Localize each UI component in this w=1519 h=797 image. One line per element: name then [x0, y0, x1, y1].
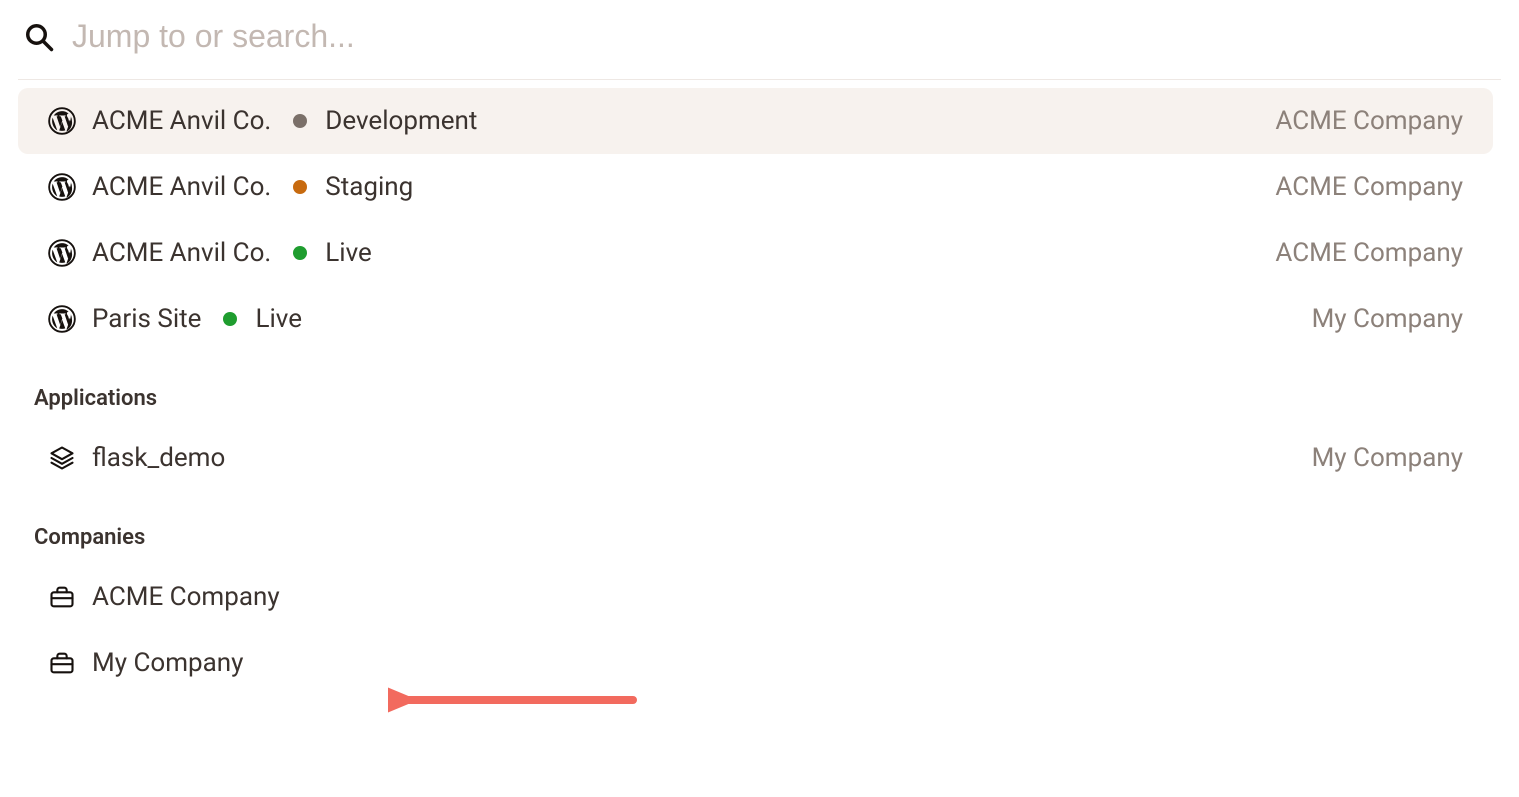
site-name: Paris Site	[92, 304, 201, 334]
search-input[interactable]	[72, 18, 1495, 55]
environment-label: Live	[255, 304, 302, 334]
company-label: ACME Company	[1275, 106, 1463, 136]
briefcase-icon	[48, 583, 76, 611]
wordpress-icon	[48, 239, 76, 267]
site-item[interactable]: ACME Anvil Co. Development ACME Company	[18, 88, 1493, 154]
site-name: ACME Anvil Co.	[92, 238, 271, 268]
search-bar[interactable]	[0, 0, 1519, 79]
company-label: ACME Company	[1275, 172, 1463, 202]
companies-header: Companies	[18, 491, 1493, 564]
wordpress-icon	[48, 305, 76, 333]
environment-status-dot	[293, 114, 307, 128]
site-item[interactable]: ACME Anvil Co. Live ACME Company	[18, 220, 1493, 286]
briefcase-icon	[48, 649, 76, 677]
application-item[interactable]: flask_demo My Company	[18, 425, 1493, 491]
environment-status-dot	[293, 246, 307, 260]
company-label: My Company	[1312, 443, 1463, 473]
environment-label: Staging	[325, 172, 413, 202]
site-name: ACME Anvil Co.	[92, 172, 271, 202]
company-item[interactable]: My Company	[18, 630, 1493, 696]
divider	[18, 79, 1501, 80]
environment-label: Development	[325, 106, 477, 136]
layers-icon	[48, 444, 76, 472]
company-item[interactable]: ACME Company	[18, 564, 1493, 630]
search-icon	[24, 22, 54, 52]
site-item[interactable]: Paris Site Live My Company	[18, 286, 1493, 352]
company-label: ACME Company	[1275, 238, 1463, 268]
applications-header: Applications	[18, 352, 1493, 425]
company-label: My Company	[1312, 304, 1463, 334]
results-list[interactable]: ACME Anvil Co.DevelopmentACME CompanyACM…	[18, 88, 1501, 768]
site-item[interactable]: ACME Anvil Co. Staging ACME Company	[18, 154, 1493, 220]
site-name: ACME Anvil Co.	[92, 106, 271, 136]
company-name: ACME Company	[92, 582, 280, 612]
environment-status-dot	[223, 312, 237, 326]
environment-label: Live	[325, 238, 372, 268]
wordpress-icon	[48, 107, 76, 135]
wordpress-icon	[48, 173, 76, 201]
company-name: My Company	[92, 648, 243, 678]
environment-status-dot	[293, 180, 307, 194]
application-name: flask_demo	[92, 443, 225, 473]
